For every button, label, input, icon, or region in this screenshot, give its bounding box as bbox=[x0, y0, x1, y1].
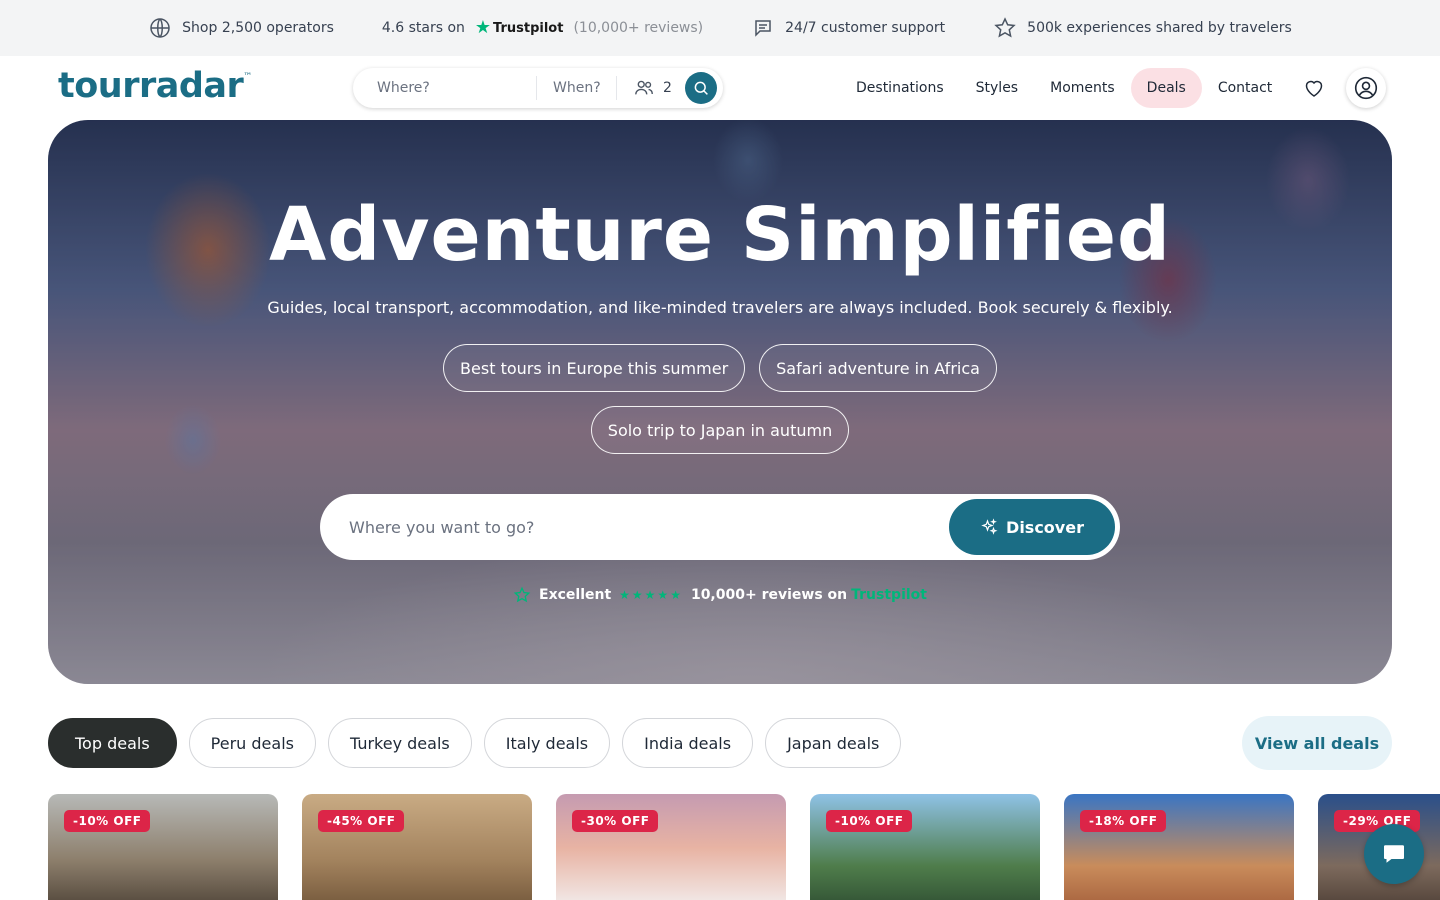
filter-italy-deals[interactable]: Italy deals bbox=[483, 718, 611, 768]
filter-india-deals[interactable]: India deals bbox=[622, 718, 754, 768]
deal-card[interactable]: -10% OFF bbox=[48, 794, 278, 900]
users-icon bbox=[635, 80, 653, 95]
discount-badge: -10% OFF bbox=[64, 810, 151, 832]
chip-europe-summer[interactable]: Best tours in Europe this summer bbox=[443, 344, 746, 392]
nav-deals[interactable]: Deals bbox=[1130, 68, 1202, 108]
support-info: 24/7 customer support bbox=[751, 16, 945, 40]
tourradar-logo[interactable]: tourradar™ bbox=[58, 66, 252, 106]
suggestion-chips: Best tours in Europe this summer Safari … bbox=[48, 344, 1392, 454]
account-button[interactable] bbox=[1346, 68, 1386, 108]
deal-card[interactable]: -10% OFF bbox=[810, 794, 1040, 900]
reviews-count: (10,000+ reviews) bbox=[573, 20, 704, 36]
experiences-info: 500k experiences shared by travelers bbox=[993, 16, 1292, 40]
discount-badge: -18% OFF bbox=[1080, 810, 1167, 832]
rating-brand: Trustpilot bbox=[851, 587, 927, 603]
where-field[interactable]: Where? bbox=[353, 76, 537, 100]
logo-trademark: ™ bbox=[243, 72, 252, 82]
trustpilot-logo: ★ Trustpilot bbox=[475, 19, 564, 37]
hero-search: Where you want to go? Discover bbox=[320, 494, 1120, 560]
globe-icon bbox=[150, 18, 170, 38]
nav-moments[interactable]: Moments bbox=[1034, 68, 1131, 108]
filter-peru-deals[interactable]: Peru deals bbox=[188, 718, 316, 768]
hero-search-input[interactable]: Where you want to go? bbox=[349, 518, 949, 537]
view-all-deals-button[interactable]: View all deals bbox=[1242, 716, 1392, 770]
chat-icon bbox=[1384, 845, 1404, 863]
star-outline-icon bbox=[994, 17, 1016, 38]
guests-count: 2 bbox=[663, 80, 672, 96]
header-search-button[interactable] bbox=[685, 72, 717, 104]
deal-card[interactable]: -18% OFF bbox=[1064, 794, 1294, 900]
support-text: 24/7 customer support bbox=[785, 20, 946, 36]
trustpilot-star-icon: ★ bbox=[474, 17, 492, 38]
main-nav: Destinations Styles Moments Deals Contac… bbox=[840, 68, 1386, 108]
stars-prefix: 4.6 stars on bbox=[381, 20, 465, 36]
filter-turkey-deals[interactable]: Turkey deals bbox=[327, 718, 472, 768]
header-search: Where? When? 2 bbox=[353, 68, 723, 108]
user-circle-icon bbox=[1355, 76, 1378, 100]
discount-badge: -30% OFF bbox=[572, 810, 659, 832]
deal-filters: Top deals Peru deals Turkey deals Italy … bbox=[48, 718, 902, 768]
experiences-text: 500k experiences shared by travelers bbox=[1027, 20, 1292, 36]
logo-text: tourradar bbox=[58, 66, 244, 106]
discover-button[interactable]: Discover bbox=[949, 499, 1115, 555]
deal-card[interactable]: -30% OFF bbox=[556, 794, 786, 900]
filter-japan-deals[interactable]: Japan deals bbox=[765, 718, 902, 768]
guests-field[interactable]: 2 bbox=[617, 77, 687, 99]
nav-destinations[interactable]: Destinations bbox=[840, 68, 960, 108]
discover-label: Discover bbox=[1006, 517, 1084, 537]
operators-text: Shop 2,500 operators bbox=[182, 20, 334, 36]
rating-stars: ★★★★★ bbox=[619, 588, 683, 602]
sparkle-icon bbox=[981, 518, 998, 535]
chat-button[interactable] bbox=[1364, 824, 1424, 884]
deal-cards: -10% OFF -45% OFF -30% OFF -10% OFF -18%… bbox=[48, 794, 1440, 900]
header: tourradar™ Where? When? 2 Destinations S… bbox=[0, 56, 1440, 120]
trustpilot-label: Trustpilot bbox=[493, 20, 564, 36]
chip-japan-autumn[interactable]: Solo trip to Japan in autumn bbox=[590, 406, 850, 454]
wishlist-button[interactable] bbox=[1294, 68, 1334, 108]
nav-contact[interactable]: Contact bbox=[1202, 68, 1288, 108]
rating-label: Excellent bbox=[539, 587, 612, 603]
rating-reviews: 10,000+ reviews on bbox=[690, 587, 848, 603]
hero-title: Adventure Simplified bbox=[268, 192, 1172, 278]
trustpilot-rating[interactable]: Excellent ★★★★★ 10,000+ reviews on Trust… bbox=[48, 586, 1392, 604]
deal-card[interactable]: -45% OFF bbox=[302, 794, 532, 900]
chat-bubble-icon bbox=[755, 20, 771, 37]
heart-icon bbox=[1306, 80, 1323, 97]
hero-subtitle: Guides, local transport, accommodation, … bbox=[267, 298, 1173, 317]
chip-safari-africa[interactable]: Safari adventure in Africa bbox=[759, 344, 997, 392]
when-field[interactable]: When? bbox=[537, 76, 617, 100]
operators-info: Shop 2,500 operators bbox=[148, 16, 334, 40]
info-bar: Shop 2,500 operators 4.6 stars on ★ Trust… bbox=[0, 0, 1440, 56]
trustpilot-info[interactable]: 4.6 stars on ★ Trustpilot (10,000+ review… bbox=[382, 19, 703, 37]
nav-styles[interactable]: Styles bbox=[960, 68, 1034, 108]
filter-top-deals[interactable]: Top deals bbox=[48, 718, 177, 768]
discount-badge: -45% OFF bbox=[318, 810, 405, 832]
trustpilot-star-icon bbox=[513, 586, 531, 603]
discount-badge: -10% OFF bbox=[826, 810, 913, 832]
hero-banner: Adventure Simplified Guides, local trans… bbox=[48, 120, 1392, 684]
search-icon bbox=[694, 81, 708, 95]
